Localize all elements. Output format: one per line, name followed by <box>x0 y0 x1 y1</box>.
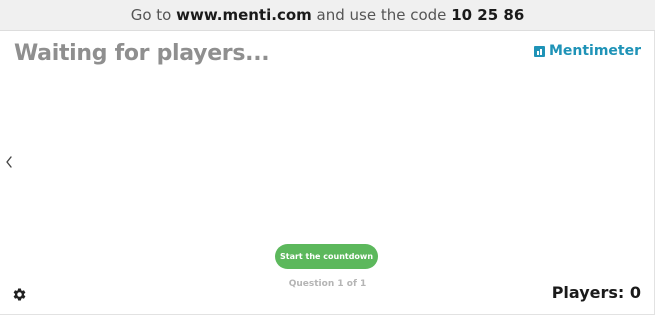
start-countdown-button[interactable]: Start the countdown <box>275 244 378 269</box>
mentimeter-logo-icon <box>533 45 545 57</box>
banner-middle: and use the code <box>311 6 452 24</box>
banner-prefix: Go to <box>130 6 177 24</box>
settings-button[interactable] <box>12 287 27 302</box>
page-title: Waiting for players... <box>14 41 270 66</box>
chevron-left-icon <box>6 156 12 168</box>
join-code: 10 25 86 <box>451 6 525 24</box>
gear-icon <box>13 288 26 301</box>
previous-slide-button[interactable] <box>2 154 16 170</box>
presentation-frame: Go to www.menti.com and use the code 10 … <box>0 0 655 315</box>
join-url: www.menti.com <box>176 6 312 24</box>
logo-text: Mentimeter <box>548 43 641 59</box>
players-count: Players: 0 <box>551 283 641 302</box>
mentimeter-logo: Mentimeter <box>533 43 641 59</box>
join-instructions-banner: Go to www.menti.com and use the code 10 … <box>0 0 655 31</box>
